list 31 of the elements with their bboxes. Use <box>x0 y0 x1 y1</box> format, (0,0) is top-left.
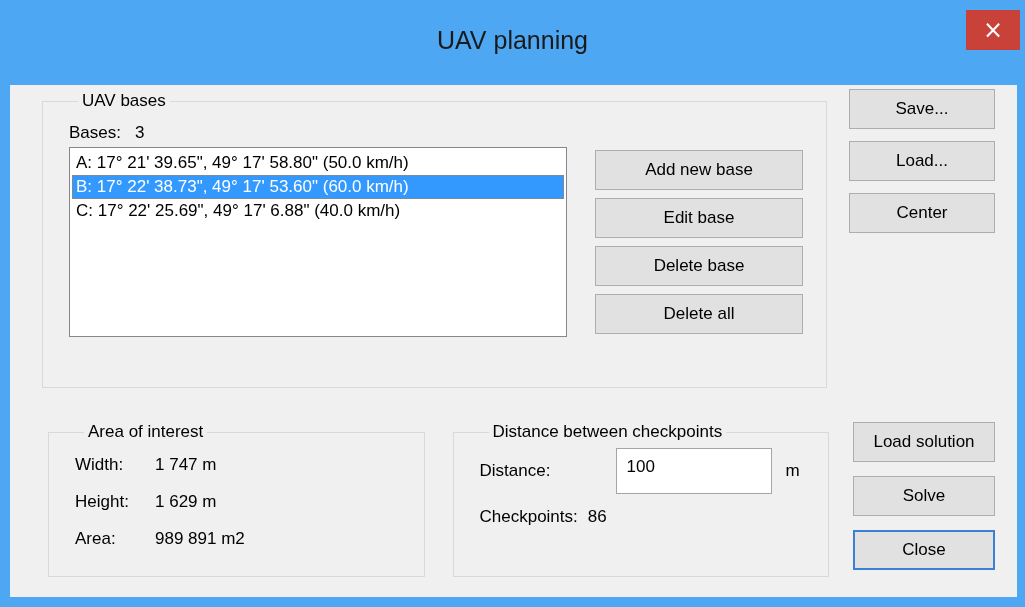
checkpoints-value: 86 <box>587 507 607 527</box>
base-button[interactable]: Edit base <box>595 198 803 238</box>
bases-label: Bases: <box>69 123 121 143</box>
field-label: Width: <box>75 454 125 475</box>
group-title: Area of interest <box>87 422 205 442</box>
distance-label: Distance: <box>479 461 552 481</box>
field-value: 989 891 m2 <box>155 528 245 549</box>
list-item[interactable]: C: 17° 22' 25.69", 49° 17' 6.88" (40.0 km/h) <box>72 199 564 223</box>
dialog-button[interactable]: Load solution <box>853 422 995 462</box>
field-label: Height: <box>75 491 130 512</box>
dialog-button[interactable]: Close <box>853 530 995 570</box>
distance-field[interactable]: 100 <box>615 448 772 494</box>
window-title: UAV planning <box>437 26 588 55</box>
dialog-button[interactable]: Solve <box>853 476 995 516</box>
group-title: Distance between checkpoints <box>491 422 724 442</box>
base-button[interactable]: Delete base <box>595 246 803 286</box>
field-value: 1 747 m <box>155 454 217 475</box>
bases-list[interactable]: A: 17° 21' 39.65", 49° 17' 58.80" (50.0 km/h) B: 17° 22' 38.73", 49° 17' 53.60" (60.0 km/h) C: 17° 22' 25.69", 49° 17' 6.88" (40.0 km/h) <box>69 147 567 337</box>
side-button[interactable]: Center <box>849 193 995 233</box>
group-title: UAV bases <box>81 91 167 111</box>
side-button[interactable]: Save... <box>849 89 995 129</box>
bases-count: 3 <box>135 123 145 143</box>
checkpoints-label: Checkpoints: <box>479 507 578 527</box>
base-button[interactable]: Delete all <box>595 294 803 334</box>
list-item[interactable]: A: 17° 21' 39.65", 49° 17' 58.80" (50.0 km/h) <box>72 151 564 175</box>
close-button[interactable]: × <box>966 10 1020 50</box>
unit-label: m <box>785 461 800 481</box>
field-label: Area: <box>75 528 117 549</box>
side-button[interactable]: Load... <box>849 141 995 181</box>
base-button[interactable]: Add new base <box>595 150 803 190</box>
field-value: 1 629 m <box>155 491 217 512</box>
